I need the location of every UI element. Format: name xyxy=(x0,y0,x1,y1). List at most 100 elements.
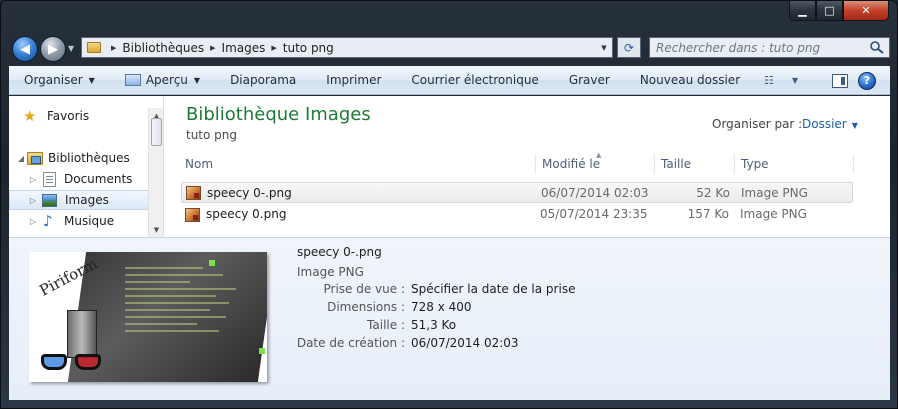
detail-value: 51,3 Ko xyxy=(411,318,457,332)
breadcrumb-current-folder[interactable]: tuto png xyxy=(283,41,334,55)
chevron-down-icon: ▼ xyxy=(851,121,858,130)
column-name[interactable]: Nom xyxy=(179,152,535,176)
file-modified: 06/07/2014 02:03 xyxy=(541,185,649,200)
thumbnail-led xyxy=(259,348,265,354)
chevron-down-icon[interactable]: ▼ xyxy=(596,38,612,57)
new-folder-button[interactable]: Nouveau dossier xyxy=(625,66,755,95)
column-type[interactable]: Type xyxy=(735,152,853,176)
sidebar-item-label: Musique xyxy=(64,214,115,228)
breadcrumb-separator-icon[interactable]: ▶ xyxy=(271,44,276,52)
folder-icon xyxy=(87,42,101,53)
detail-label: Dimensions : xyxy=(327,300,405,314)
breadcrumb-separator-icon[interactable]: ▶ xyxy=(111,44,116,52)
column-header-row: Nom Modifié le ▲ Taille Type xyxy=(179,151,859,176)
detail-value: 06/07/2014 02:03 xyxy=(411,336,519,350)
tree-collapsed-icon[interactable]: ▷ xyxy=(27,196,39,205)
library-subtitle: tuto png xyxy=(186,128,238,142)
view-controls: ☷ ▼ ? xyxy=(758,66,890,95)
sidebar-item-libraries[interactable]: ◢ Bibliothèques xyxy=(9,148,149,168)
arrow-left-icon: ◀ xyxy=(20,41,30,57)
preview-label: Aperçu xyxy=(145,73,188,87)
tree-collapsed-icon[interactable]: ▷ xyxy=(27,175,39,184)
sidebar-item-favorites[interactable]: ★ Favoris xyxy=(9,106,149,126)
file-modified: 05/07/2014 23:35 xyxy=(540,206,648,221)
detail-file-type: Image PNG xyxy=(297,265,364,279)
library-icon xyxy=(27,151,43,165)
close-button[interactable]: ✕ xyxy=(843,1,889,21)
email-button[interactable]: Courrier électronique xyxy=(396,66,553,95)
arrow-right-icon: ▶ xyxy=(48,41,58,57)
tree-expanded-icon[interactable]: ◢ xyxy=(15,154,27,163)
search-input[interactable]: Rechercher dans : tuto png xyxy=(649,37,890,58)
breadcrumb-images[interactable]: Images xyxy=(222,41,266,55)
column-size[interactable]: Taille xyxy=(655,152,734,176)
arrange-by-label: Organiser par : xyxy=(712,117,803,131)
sidebar-item-music[interactable]: ▷ ♪ Musique xyxy=(9,211,149,231)
sidebar-item-images[interactable]: ▷ Images xyxy=(9,190,149,210)
arrange-by-value: Dossier xyxy=(802,117,847,131)
organize-label: Organiser xyxy=(24,73,83,87)
file-row[interactable]: speecy 0.png 05/07/2014 23:35 157 Ko Ima… xyxy=(181,204,853,225)
chevron-down-icon: ▼ xyxy=(193,75,201,85)
file-name: speecy 0-.png xyxy=(207,185,292,200)
view-options-icon[interactable]: ☷ xyxy=(764,74,780,88)
maximize-button[interactable]: □ xyxy=(816,1,843,21)
file-size: 52 Ko xyxy=(696,185,730,200)
column-divider[interactable] xyxy=(853,154,854,174)
preview-pane-icon[interactable] xyxy=(832,73,848,88)
recent-pages-dropdown[interactable]: ▼ xyxy=(68,44,74,53)
slideshow-button[interactable]: Diaporama xyxy=(215,66,311,95)
detail-value-editable[interactable]: Spécifier la date de la prise xyxy=(411,282,575,296)
tree-collapsed-icon[interactable]: ▷ xyxy=(27,217,39,226)
scrollbar-thumb[interactable] xyxy=(151,118,162,146)
details-pane: Piriform speecy 0-.png Image PNG Prise d… xyxy=(9,237,890,400)
music-icon: ♪ xyxy=(43,212,53,230)
burn-button[interactable]: Graver xyxy=(554,66,625,95)
file-thumbnail: Piriform xyxy=(29,252,267,382)
star-icon: ★ xyxy=(23,107,37,125)
3d-glasses-icon xyxy=(37,350,109,372)
thumbnail-text-lines xyxy=(125,262,255,372)
sidebar-item-label: Documents xyxy=(64,172,133,186)
sidebar-item-documents[interactable]: ▷ Documents xyxy=(9,169,149,189)
column-modified[interactable]: Modifié le ▲ xyxy=(536,151,654,176)
chevron-down-icon: ▼ xyxy=(88,75,95,85)
organize-menu[interactable]: Organiser ▼ xyxy=(9,66,110,95)
detail-row-size: Taille : 51,3 Ko xyxy=(297,318,697,336)
breadcrumb-libraries[interactable]: Bibliothèques xyxy=(122,41,204,55)
refresh-icon: ⟳ xyxy=(623,40,635,55)
detail-row-date-taken: Prise de vue : Spécifier la date de la p… xyxy=(297,282,697,300)
navigation-bar: ◀ ▶ ▼ ▶ Bibliothèques ▶ Images ▶ tuto pn… xyxy=(1,28,897,66)
sort-caret-icon: ▲ xyxy=(596,151,602,159)
search-icon[interactable] xyxy=(869,40,885,55)
preview-menu[interactable]: Aperçu ▼ xyxy=(110,66,215,95)
minimize-button[interactable]: ▁ xyxy=(789,1,816,21)
column-modified-label: Modifié le xyxy=(542,157,601,171)
scroll-down-icon[interactable]: ▼ xyxy=(149,222,164,237)
thumbnail-led xyxy=(209,260,215,266)
search-placeholder: Rechercher dans : tuto png xyxy=(656,40,821,55)
detail-file-name: speecy 0-.png xyxy=(297,245,382,259)
help-icon[interactable]: ? xyxy=(858,71,876,90)
file-size: 157 Ko xyxy=(687,206,729,221)
detail-label: Date de création : xyxy=(296,336,405,350)
preview-icon xyxy=(124,74,141,86)
address-bar[interactable]: ▶ Bibliothèques ▶ Images ▶ tuto png ▼ xyxy=(81,37,613,58)
content-area: ★ Favoris ◢ Bibliothèques ▷ Documents ▷ … xyxy=(9,96,890,237)
arrange-by-dropdown[interactable]: Dossier ▼ xyxy=(802,117,858,131)
back-button[interactable]: ◀ xyxy=(12,36,38,62)
detail-row-dimensions: Dimensions : 728 x 400 xyxy=(297,300,697,318)
pictures-icon xyxy=(42,193,57,207)
nav-scrollbar[interactable]: ▲ ▼ xyxy=(148,108,163,237)
file-type: Image PNG xyxy=(741,185,808,200)
png-file-icon xyxy=(185,207,200,222)
documents-icon xyxy=(43,171,56,187)
breadcrumb-separator-icon[interactable]: ▶ xyxy=(210,44,215,52)
chevron-down-icon[interactable]: ▼ xyxy=(792,74,808,88)
file-list-pane: Bibliothèque Images tuto png Organiser p… xyxy=(167,96,890,237)
command-bar: Organiser ▼ Aperçu ▼ Diaporama Imprimer … xyxy=(9,66,890,95)
print-button[interactable]: Imprimer xyxy=(311,66,396,95)
file-row[interactable]: speecy 0-.png 06/07/2014 02:03 52 Ko Ima… xyxy=(181,182,853,203)
refresh-button[interactable]: ⟳ xyxy=(617,37,641,58)
forward-button[interactable]: ▶ xyxy=(40,36,66,62)
